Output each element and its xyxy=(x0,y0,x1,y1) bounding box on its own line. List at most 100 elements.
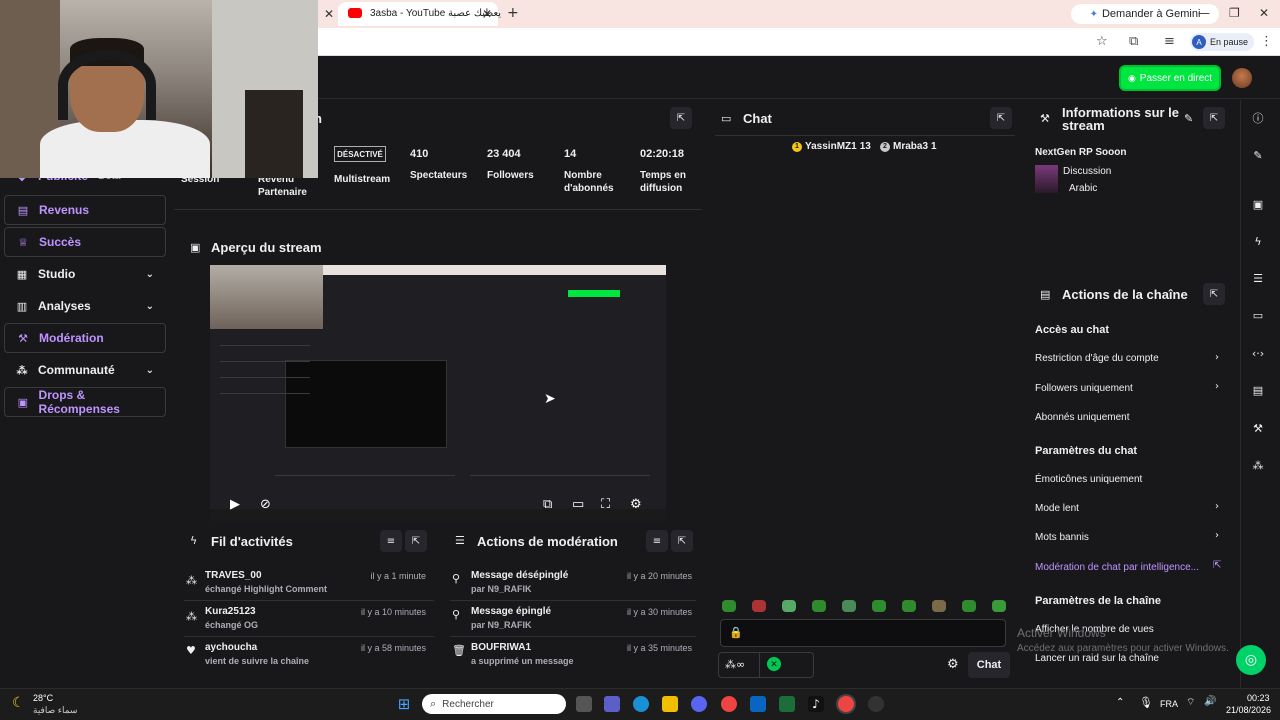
emote-icon[interactable] xyxy=(752,600,766,612)
popout-icon[interactable]: ⇱ xyxy=(990,107,1012,129)
preview-rail-icon[interactable]: ▣ xyxy=(1248,194,1268,214)
emote-icon[interactable] xyxy=(962,600,976,612)
popout-icon[interactable]: ⇱ xyxy=(670,107,692,129)
action-emotes-only[interactable]: Émoticônes uniquement xyxy=(1035,474,1142,485)
mail-icon[interactable] xyxy=(750,696,766,712)
input-language[interactable]: FRA xyxy=(1160,699,1178,709)
extensions-icon[interactable]: ⧉ xyxy=(1129,34,1138,49)
points-icon[interactable]: ✕ xyxy=(767,657,781,671)
settings-icon[interactable]: ⚙ xyxy=(630,497,642,512)
emote-icon[interactable] xyxy=(812,600,826,612)
teams-icon[interactable] xyxy=(604,696,620,712)
nav-item-drops[interactable]: ▣ Drops & Récompenses xyxy=(4,387,166,417)
edge-icon[interactable] xyxy=(633,696,649,712)
clock-date[interactable]: 21/08/2026 xyxy=(1226,705,1271,715)
list-icon[interactable]: ☰ xyxy=(1248,268,1268,288)
share-icon[interactable]: ⁂ xyxy=(1248,455,1268,475)
chevron-right-icon[interactable]: › xyxy=(1215,530,1219,541)
action-raid[interactable]: Lancer un raid sur la chaîne xyxy=(1035,653,1159,664)
task-view-icon[interactable] xyxy=(576,696,592,712)
chevron-right-icon[interactable]: › xyxy=(1215,352,1219,363)
maximize-icon[interactable]: ❐ xyxy=(1229,6,1240,20)
microphone-icon[interactable]: 🎙 xyxy=(1139,696,1153,709)
nav-item-revenus[interactable]: ▤ Revenus xyxy=(4,195,166,225)
list-item[interactable]: ⚲ Message épinglé par N9_RAFIK il y a 30… xyxy=(450,604,696,638)
windows-start-icon[interactable]: ⊞ xyxy=(396,695,412,713)
bookmark-star-icon[interactable]: ☆ xyxy=(1096,34,1108,49)
obs-icon[interactable] xyxy=(868,696,884,712)
action-slow-mode[interactable]: Mode lent xyxy=(1035,503,1079,514)
user-avatar[interactable] xyxy=(1232,68,1252,88)
code-icon[interactable]: ‹·› xyxy=(1248,343,1268,363)
nav-item-studio[interactable]: ▦ Studio ⌄ xyxy=(4,259,166,289)
wifi-icon[interactable]: ⌔ xyxy=(1186,696,1195,709)
screenshot-icon[interactable]: ▭ xyxy=(572,497,584,512)
popout-icon[interactable]: ⇱ xyxy=(1203,107,1225,129)
edit-icon[interactable]: ✎ xyxy=(1248,145,1268,165)
chevron-up-icon[interactable]: ⌃ xyxy=(1116,697,1124,708)
nav-item-moderation[interactable]: ⚒ Modération xyxy=(4,323,166,353)
weather-temp[interactable]: 28°C xyxy=(33,693,53,703)
emote-icon[interactable] xyxy=(932,600,946,612)
external-link-icon[interactable]: ⇱ xyxy=(1213,560,1221,571)
gemini-button[interactable]: ✦ Demander à Gemini xyxy=(1071,4,1219,24)
chrome-active-icon[interactable] xyxy=(838,696,854,712)
chat-settings-icon[interactable]: ⚙ xyxy=(947,657,959,672)
lightning-icon[interactable]: ϟ xyxy=(1248,231,1268,251)
discord-icon[interactable] xyxy=(691,696,707,712)
chat-send-button[interactable]: Chat xyxy=(968,652,1010,678)
stream-preview-video[interactable]: ▶ ⊘ ⧉ ▭ ⛶ ⚙ ➤ xyxy=(210,265,666,521)
media-queue-icon[interactable]: ≡ xyxy=(1164,34,1175,49)
list-item[interactable]: ⁂ TRAVES_00 échangé Highlight Comment il… xyxy=(184,568,432,602)
popout-icon[interactable]: ⇱ xyxy=(405,530,427,552)
nav-item-analyses[interactable]: ▥ Analyses ⌄ xyxy=(4,291,166,321)
chevron-right-icon[interactable]: › xyxy=(1215,501,1219,512)
play-icon[interactable]: ▶ xyxy=(230,497,240,512)
fullscreen-icon[interactable]: ⛶ xyxy=(601,497,610,512)
minimize-icon[interactable]: — xyxy=(1198,6,1210,20)
filter-icon[interactable]: ≡ xyxy=(646,530,668,552)
edit-icon[interactable]: ✎ xyxy=(1184,112,1193,125)
list-item[interactable]: ⚲ Message désépinglé par N9_RAFIK il y a… xyxy=(450,568,696,602)
taskbar-search[interactable]: ⌕ Rechercher xyxy=(422,694,566,714)
emote-icon[interactable] xyxy=(782,600,796,612)
list-item[interactable]: 🗑 BOUFRIWA1 a supprimé un message il y a… xyxy=(450,640,696,674)
share-icon[interactable]: ⁂∞ xyxy=(725,658,745,671)
mute-icon[interactable]: ⊘ xyxy=(260,497,271,512)
emote-icon[interactable] xyxy=(872,600,886,612)
nav-item-succes[interactable]: ♕ Succès xyxy=(4,227,166,257)
close-tab-icon[interactable]: ✕ xyxy=(482,7,492,21)
popout-icon[interactable]: ⇱ xyxy=(1203,283,1225,305)
volume-icon[interactable]: 🔊 xyxy=(1204,696,1216,707)
chrome-icon[interactable] xyxy=(721,696,737,712)
chat-input[interactable]: 🔒 xyxy=(720,619,1006,647)
ai-moderation-link[interactable]: Modération de chat par intelligence... xyxy=(1035,562,1199,573)
list-item[interactable]: ♥ aychoucha vient de suivre la chaîne il… xyxy=(184,640,432,674)
chat-leader-2[interactable]: 2 Mraba3 1 xyxy=(880,141,937,152)
explorer-icon[interactable] xyxy=(662,696,678,712)
filter-icon[interactable]: ≡ xyxy=(380,530,402,552)
chevron-right-icon[interactable]: › xyxy=(1215,381,1219,392)
clock-time[interactable]: 00:23 xyxy=(1247,693,1270,703)
emote-icon[interactable] xyxy=(722,600,736,612)
chat-icon[interactable]: ▭ xyxy=(1248,305,1268,325)
emote-icon[interactable] xyxy=(902,600,916,612)
info-icon[interactable]: ⓘ xyxy=(1248,108,1268,128)
pip-icon[interactable]: ⧉ xyxy=(543,497,552,512)
help-chat-icon[interactable]: ◎ xyxy=(1236,645,1266,675)
emote-icon[interactable] xyxy=(992,600,1006,612)
tiktok-icon[interactable]: ♪ xyxy=(808,696,824,712)
close-window-icon[interactable]: ✕ xyxy=(1259,6,1269,20)
action-age-restriction[interactable]: Restriction d'âge du compte xyxy=(1035,353,1159,364)
wrench-icon[interactable]: ⚒ xyxy=(1248,418,1268,438)
chat-leader-1[interactable]: 1 YassinMZ1 13 xyxy=(792,141,871,152)
browser-menu-icon[interactable]: ⋮ xyxy=(1260,34,1273,49)
action-followers-only[interactable]: Followers uniquement xyxy=(1035,383,1133,394)
channel-actions-icon[interactable]: ▤ xyxy=(1248,380,1268,400)
excel-icon[interactable] xyxy=(779,696,795,712)
go-live-button[interactable]: ◉ Passer en direct xyxy=(1121,67,1219,89)
emote-icon[interactable] xyxy=(842,600,856,612)
browser-tab-active[interactable]: 3asba - YouTube يعطيك عصبة ✕ xyxy=(338,2,501,26)
nav-item-communaute[interactable]: ⁂ Communauté ⌄ xyxy=(4,355,166,385)
action-subs-only[interactable]: Abonnés uniquement xyxy=(1035,412,1130,423)
